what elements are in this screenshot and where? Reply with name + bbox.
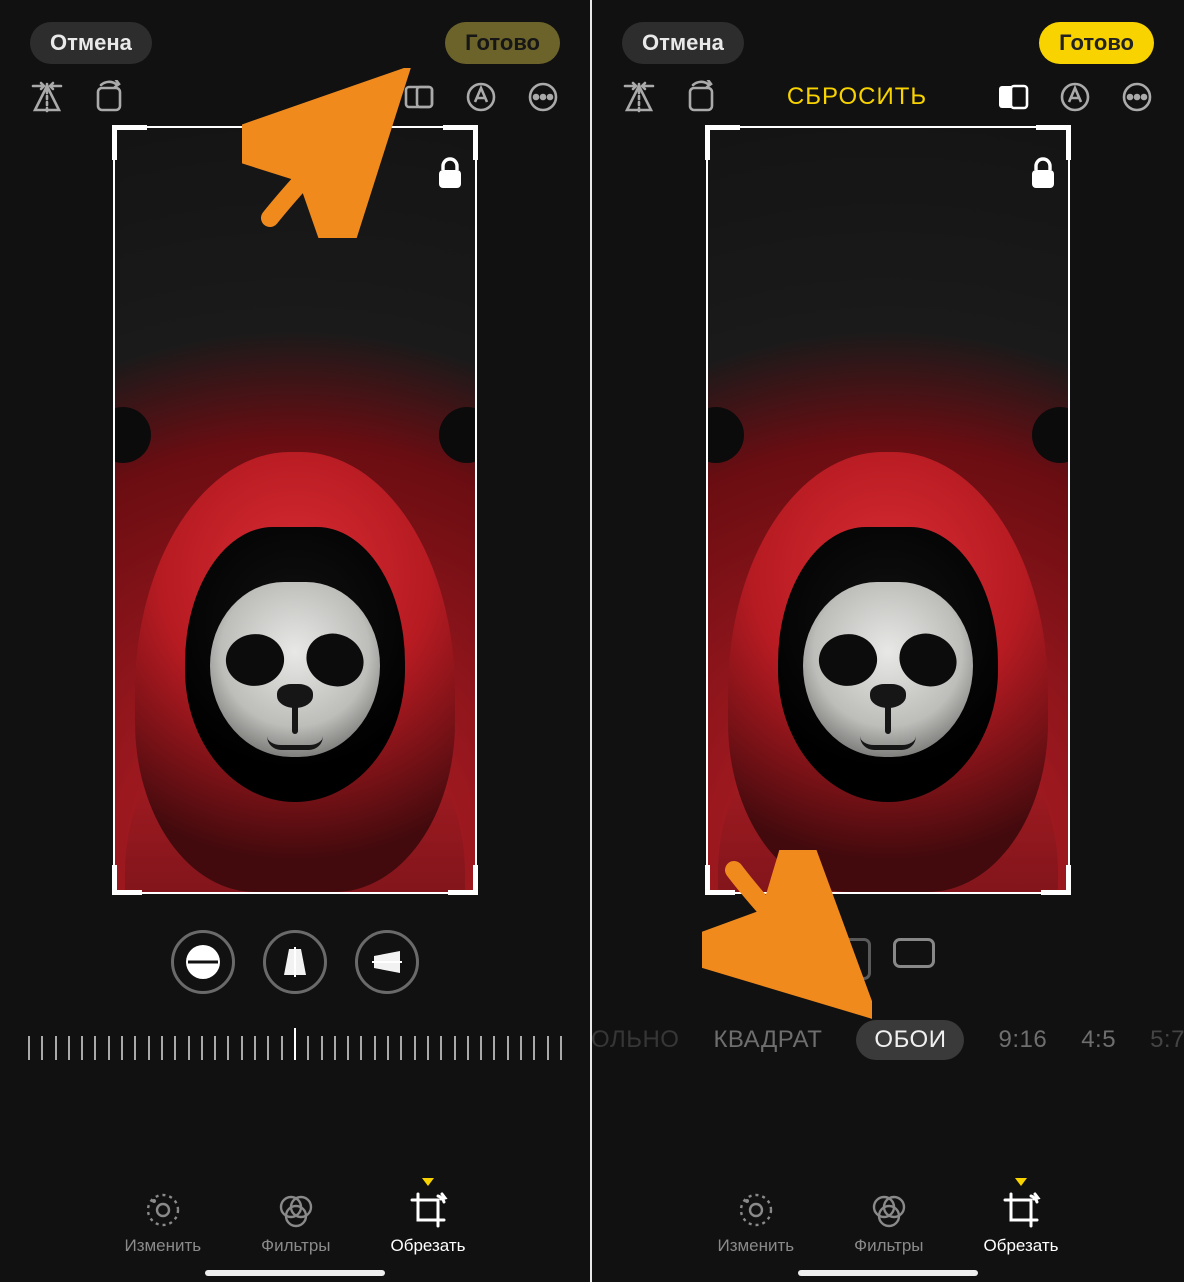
aspect-free[interactable]: ОЛЬНО xyxy=(592,1026,679,1054)
crop-icon xyxy=(1001,1190,1041,1230)
tab-label: Фильтры xyxy=(854,1236,923,1256)
angle-slider[interactable] xyxy=(28,1024,562,1060)
lock-icon xyxy=(1030,156,1056,190)
filters-icon xyxy=(869,1190,909,1230)
markup-icon[interactable] xyxy=(1058,80,1092,114)
tab-label: Обрезать xyxy=(391,1236,466,1256)
home-indicator xyxy=(798,1270,978,1276)
more-icon[interactable] xyxy=(1120,80,1154,114)
landscape-orientation-button[interactable] xyxy=(893,938,935,968)
vertical-perspective-button[interactable] xyxy=(263,930,327,994)
portrait-orientation-button[interactable] xyxy=(841,938,871,980)
done-button[interactable]: Готово xyxy=(1039,22,1154,64)
aspect-ratio-icon[interactable] xyxy=(996,80,1030,114)
home-indicator xyxy=(205,1270,385,1276)
crop-canvas[interactable] xyxy=(706,126,1070,894)
tab-filters[interactable]: Фильтры xyxy=(854,1178,923,1256)
tab-adjust[interactable]: Изменить xyxy=(124,1178,201,1256)
tab-label: Изменить xyxy=(124,1236,201,1256)
cancel-button[interactable]: Отмена xyxy=(622,22,744,64)
crop-canvas[interactable] xyxy=(113,126,477,894)
horizontal-perspective-button[interactable] xyxy=(355,930,419,994)
adjust-icon xyxy=(143,1190,183,1230)
reset-button[interactable]: СБРОСИТЬ xyxy=(787,83,927,110)
flip-icon[interactable] xyxy=(30,80,64,114)
markup-icon[interactable] xyxy=(464,80,498,114)
aspect-4-5[interactable]: 4:5 xyxy=(1081,1026,1116,1054)
lock-icon xyxy=(437,156,463,190)
tab-crop[interactable]: Обрезать xyxy=(984,1178,1059,1256)
tab-adjust[interactable]: Изменить xyxy=(717,1178,794,1256)
aspect-square[interactable]: КВАДРАТ xyxy=(713,1026,822,1054)
aspect-ratio-picker[interactable]: ОЛЬНО КВАДРАТ ОБОИ 9:16 4:5 5:7 xyxy=(592,1020,1184,1060)
adjust-icon xyxy=(736,1190,776,1230)
straighten-button[interactable] xyxy=(171,930,235,994)
crop-icon xyxy=(408,1190,448,1230)
tab-label: Фильтры xyxy=(261,1236,330,1256)
aspect-wallpaper[interactable]: ОБОИ xyxy=(856,1020,964,1060)
filters-icon xyxy=(276,1190,316,1230)
tab-label: Обрезать xyxy=(984,1236,1059,1256)
rotate-icon[interactable] xyxy=(684,80,718,114)
flip-icon[interactable] xyxy=(622,80,656,114)
done-button[interactable]: Готово xyxy=(445,22,560,64)
tab-label: Изменить xyxy=(717,1236,794,1256)
aspect-ratio-icon[interactable] xyxy=(402,80,436,114)
aspect-5-7[interactable]: 5:7 xyxy=(1150,1026,1184,1054)
aspect-9-16[interactable]: 9:16 xyxy=(998,1026,1047,1054)
cancel-button[interactable]: Отмена xyxy=(30,22,152,64)
rotate-icon[interactable] xyxy=(92,80,126,114)
more-icon[interactable] xyxy=(526,80,560,114)
tab-crop[interactable]: Обрезать xyxy=(391,1178,466,1256)
tab-filters[interactable]: Фильтры xyxy=(261,1178,330,1256)
